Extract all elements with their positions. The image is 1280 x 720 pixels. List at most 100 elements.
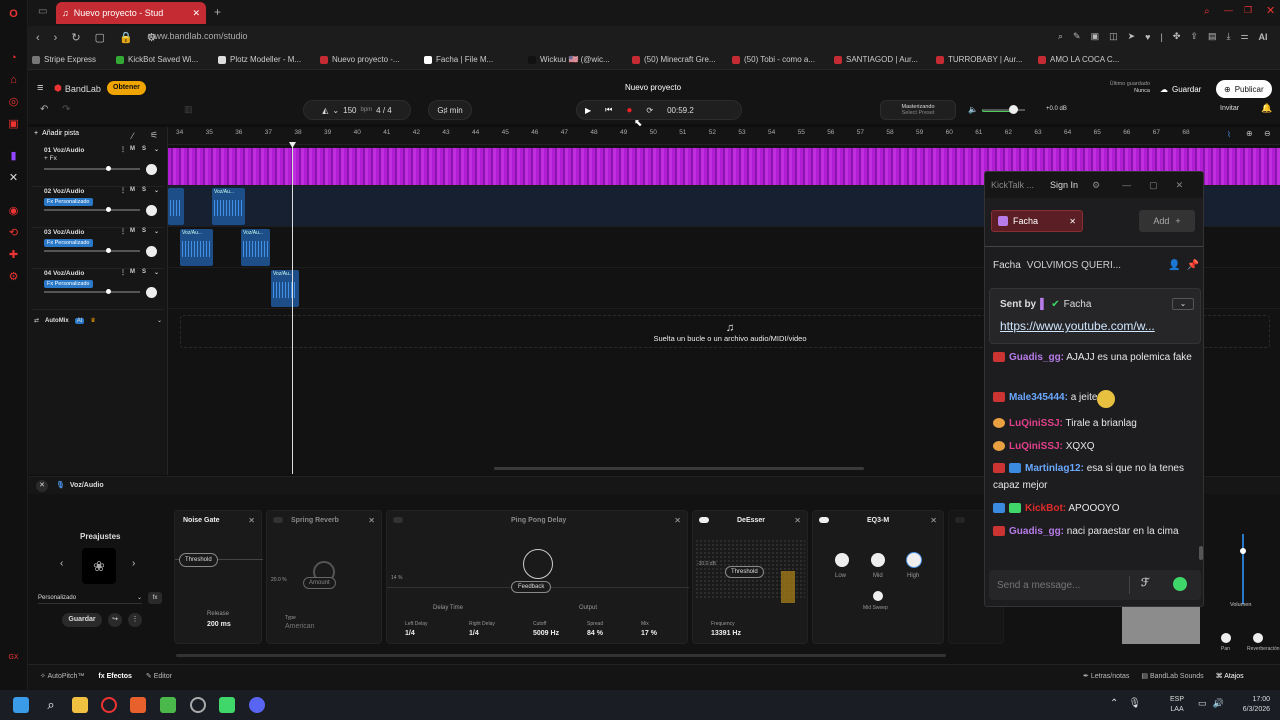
record-icon[interactable]: ● — [626, 105, 632, 116]
forward-icon[interactable]: › — [54, 32, 58, 44]
twitch-icon[interactable]: ▮ — [6, 148, 21, 163]
network-icon[interactable]: ▭ — [1198, 698, 1207, 709]
preset-select[interactable]: Personalizado ⌄ — [38, 592, 142, 604]
history-icon[interactable]: ⟲ — [6, 225, 21, 240]
channel-tab[interactable]: Facha ✕ — [991, 210, 1083, 232]
solo-button[interactable]: S — [142, 228, 146, 234]
close-icon[interactable]: ✕ — [248, 516, 255, 525]
reverb-type-select[interactable]: American — [285, 623, 315, 630]
chevron-down-icon[interactable]: ⌄ — [154, 228, 159, 235]
high-knob[interactable] — [907, 553, 921, 567]
tab-menu-icon[interactable]: ▭ — [38, 6, 47, 17]
publish-button[interactable]: ⊕ Publicar — [1216, 80, 1272, 98]
track-row[interactable]: 01 Voz/Audio + Fx ⋮ M S ⌄ — [32, 146, 164, 187]
track-volume-slider[interactable] — [44, 248, 140, 253]
capture-icon[interactable]: ▣ — [1091, 31, 1100, 42]
loop-icon[interactable]: ⟳ — [646, 106, 653, 115]
solo-button[interactable]: S — [142, 269, 146, 275]
chevron-down-icon[interactable]: ⌄ — [157, 317, 162, 324]
key-selector[interactable]: G♯ min — [428, 100, 472, 120]
bookmark-item[interactable]: AMO LA COCA C... — [1038, 55, 1119, 64]
project-title[interactable]: Nuevo proyecto — [588, 83, 718, 92]
wand-icon[interactable]: ⁄ — [132, 131, 134, 141]
language-indicator[interactable]: ESP — [1170, 695, 1184, 705]
share-icon[interactable]: ⇪ — [1190, 31, 1198, 42]
tab-close-icon[interactable]: ✕ — [192, 8, 200, 19]
add-channel-button[interactable]: Add + — [1139, 210, 1195, 232]
redo-icon[interactable]: ↷ — [62, 104, 70, 115]
close-fx-icon[interactable]: ✕ — [36, 480, 48, 492]
clock-time[interactable]: 17:00 — [1232, 695, 1270, 705]
feedback-label[interactable]: Feedback — [511, 581, 552, 593]
url-field[interactable]: www.bandlab.com/studio — [148, 31, 248, 41]
threshold-control[interactable]: Threshold — [179, 553, 218, 567]
track-volume-slider[interactable] — [44, 207, 140, 212]
back-icon[interactable]: ‹ — [36, 32, 40, 44]
deesser-band[interactable] — [781, 571, 795, 603]
close-icon[interactable]: ✕ — [1176, 180, 1184, 191]
track-menu-icon[interactable]: ⋮ — [120, 146, 126, 153]
volume-fader[interactable] — [1242, 534, 1244, 604]
bookmark-item[interactable]: Nuevo proyecto -... — [320, 55, 400, 64]
time-signature[interactable]: 4 / 4 — [376, 106, 392, 115]
close-window-icon[interactable]: ✕ — [1266, 4, 1275, 17]
wallet-icon[interactable]: ▤ — [1208, 31, 1217, 42]
pinned-link[interactable]: https://www.youtube.com/w... — [1000, 319, 1190, 333]
easy-setup-icon[interactable]: ⚌ — [1240, 31, 1248, 42]
chat-input[interactable] — [997, 576, 1127, 594]
opera-icon[interactable] — [101, 697, 117, 713]
translate-icon[interactable]: ℱ — [1141, 576, 1150, 589]
minimize-icon[interactable]: — — [1224, 5, 1233, 15]
reverb-knob[interactable] — [1253, 633, 1263, 643]
solo-button[interactable]: S — [142, 146, 146, 152]
share-preset-icon[interactable]: ↪ — [108, 613, 122, 627]
track-pan-knob[interactable] — [146, 205, 157, 216]
editor-button[interactable]: ✎ Editor — [146, 672, 172, 680]
solo-button[interactable]: S — [142, 187, 146, 193]
timeline-ruler[interactable]: 34 35 36 37 38 39 40 41 42 43 44 45 46 47 48 49 50 51 52 53… — [168, 127, 1280, 145]
volume-fader-handle[interactable] — [1240, 548, 1246, 554]
tray-chevron-icon[interactable]: ⌃ — [1110, 698, 1118, 709]
invite-button[interactable]: Invitar — [1220, 105, 1239, 112]
app-icon[interactable] — [190, 697, 206, 713]
close-channel-icon[interactable]: ✕ — [1069, 217, 1076, 226]
track-menu-icon[interactable]: ⋮ — [120, 187, 126, 194]
track-pan-knob[interactable] — [146, 287, 157, 298]
pinned-message[interactable]: Facha VOLVIMOS QUERI... 👤 📌 — [993, 260, 1199, 271]
preset-more-icon[interactable]: ⋮ — [128, 613, 142, 627]
save-preset-button[interactable]: Guardar — [62, 613, 102, 627]
effect-toggle[interactable] — [699, 517, 709, 523]
prev-preset-icon[interactable]: ‹ — [60, 558, 63, 569]
reload-icon[interactable]: ↻ — [71, 31, 80, 44]
chat-scrollbar[interactable] — [1199, 546, 1203, 560]
effects-button[interactable]: fx Efectos — [98, 673, 131, 680]
bookmark-item[interactable]: SANTIAGOD | Aur... — [834, 55, 918, 64]
track-menu-icon[interactable]: ⋮ — [120, 269, 126, 276]
mute-button[interactable]: M — [130, 228, 135, 234]
snap-icon[interactable]: ⌇ — [1227, 130, 1231, 139]
audio-clip[interactable]: Voz/Au... — [271, 270, 299, 307]
bag-icon[interactable]: ⌂ — [6, 72, 21, 87]
bpm-value[interactable]: 150 — [343, 106, 356, 115]
mute-button[interactable]: M — [130, 187, 135, 193]
audio-clip[interactable]: Voz/Au... — [212, 188, 245, 225]
pin-icon[interactable]: 📌 — [1187, 260, 1199, 271]
tab-active[interactable]: ♫ Nuevo proyecto - Stud ✕ — [56, 2, 206, 24]
bookmark-item[interactable]: Plotz Modeller - M... — [218, 55, 301, 64]
bookmark-item[interactable]: (50) Tobi - como a... — [732, 55, 815, 64]
audio-clip[interactable]: Voz/Au... — [241, 229, 270, 266]
minecraft-icon[interactable] — [160, 697, 176, 713]
automix-row[interactable]: ⇄ AutoMix AI ♛ ⌄ — [34, 317, 162, 324]
add-track-button[interactable]: + Añadir pista — [34, 130, 79, 137]
close-icon[interactable]: ✕ — [674, 516, 681, 525]
bookmark-item[interactable]: Wickuu 🇺🇸 (@wic... — [528, 55, 610, 64]
amount-label[interactable]: Amount — [303, 577, 336, 589]
audio-clip[interactable] — [168, 188, 184, 225]
sounds-button[interactable]: ▤ BandLab Sounds — [1141, 672, 1203, 680]
emote-picker-icon[interactable] — [1173, 577, 1187, 591]
master-volume-handle[interactable] — [1009, 105, 1018, 114]
track-volume-slider[interactable] — [44, 166, 140, 171]
get-membership-button[interactable]: Obtener — [107, 81, 146, 95]
effect-toggle[interactable] — [273, 517, 283, 523]
volume-icon[interactable]: 🔊 — [1213, 698, 1224, 709]
